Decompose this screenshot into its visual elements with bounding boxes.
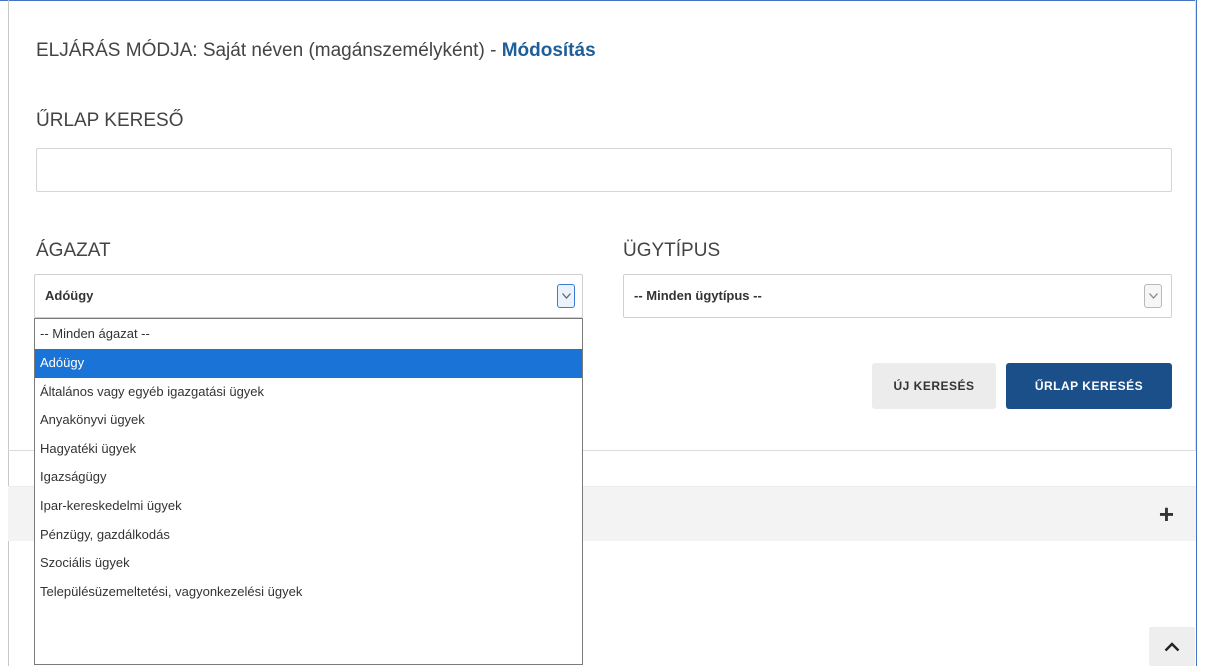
sector-option[interactable]: Ipar-kereskedelmi ügyek xyxy=(35,492,582,521)
form-search-label: ŰRLAP KERESŐ xyxy=(36,110,184,131)
sector-option[interactable]: Igazságügy xyxy=(35,463,582,492)
form-search-input[interactable] xyxy=(36,148,1172,192)
modify-link[interactable]: Módosítás xyxy=(502,40,596,61)
form-search-button[interactable]: ŰRLAP KERESÉS xyxy=(1006,363,1172,409)
collapse-button[interactable] xyxy=(1149,627,1195,666)
sector-option[interactable]: -- Minden ágazat -- xyxy=(35,319,582,349)
chevron-up-icon xyxy=(1164,641,1180,651)
case-type-select[interactable]: -- Minden ügytípus -- xyxy=(623,274,1172,318)
chevron-down-icon[interactable] xyxy=(557,284,575,308)
sector-selected-value: Adóügy xyxy=(45,288,94,303)
procedure-mode-label: ELJÁRÁS MÓDJA: Saját néven (magánszemély… xyxy=(36,40,502,61)
sector-option-highlighted[interactable]: Adóügy xyxy=(35,349,582,378)
case-type-selected-value: -- Minden ügytípus -- xyxy=(634,288,762,303)
sector-option[interactable]: Általános vagy egyéb igazgatási ügyek xyxy=(35,378,582,407)
sector-option[interactable]: Településüzemeltetési, vagyonkezelési üg… xyxy=(35,578,582,607)
sector-dropdown-list[interactable]: -- Minden ágazat -- Adóügy Általános vag… xyxy=(34,318,583,665)
sector-option[interactable]: Anyakönyvi ügyek xyxy=(35,406,582,435)
sector-select[interactable]: Adóügy xyxy=(34,274,583,318)
chevron-down-icon[interactable] xyxy=(1144,284,1162,308)
sector-option[interactable]: Hagyatéki ügyek xyxy=(35,435,582,464)
sector-label: ÁGAZAT xyxy=(36,240,111,261)
procedure-mode: ELJÁRÁS MÓDJA: Saját néven (magánszemély… xyxy=(36,40,596,62)
new-search-button[interactable]: ÚJ KERESÉS xyxy=(872,363,996,409)
sector-option[interactable]: Szociális ügyek xyxy=(35,549,582,578)
sector-option[interactable]: Pénzügy, gazdálkodás xyxy=(35,521,582,550)
plus-icon[interactable]: + xyxy=(1159,501,1174,527)
window-border-right xyxy=(1196,0,1197,666)
case-type-label: ÜGYTÍPUS xyxy=(623,240,721,261)
